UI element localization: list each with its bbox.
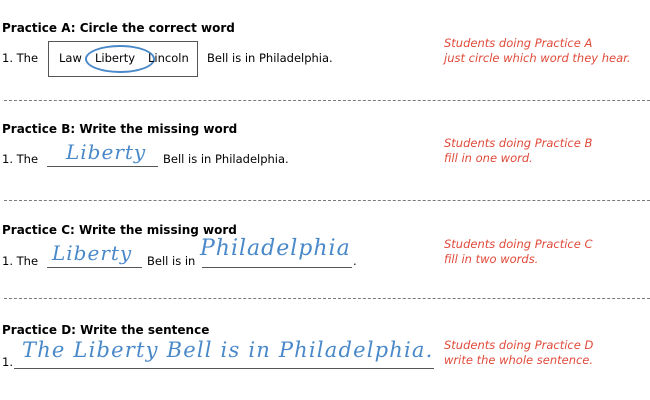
practice-d-section: Practice D: Write the sentence 1. The Li…	[0, 0, 650, 400]
practice-d-number: 1.	[2, 355, 13, 369]
practice-d-blank	[14, 368, 434, 369]
practice-d-sentence: The Liberty Bell is in Philadelphia.	[22, 338, 434, 362]
practice-d-note-line2: write the whole sentence.	[444, 353, 594, 367]
practice-d-note-line1: Students doing Practice D	[444, 338, 594, 352]
practice-d-title: Practice D: Write the sentence	[2, 323, 210, 337]
